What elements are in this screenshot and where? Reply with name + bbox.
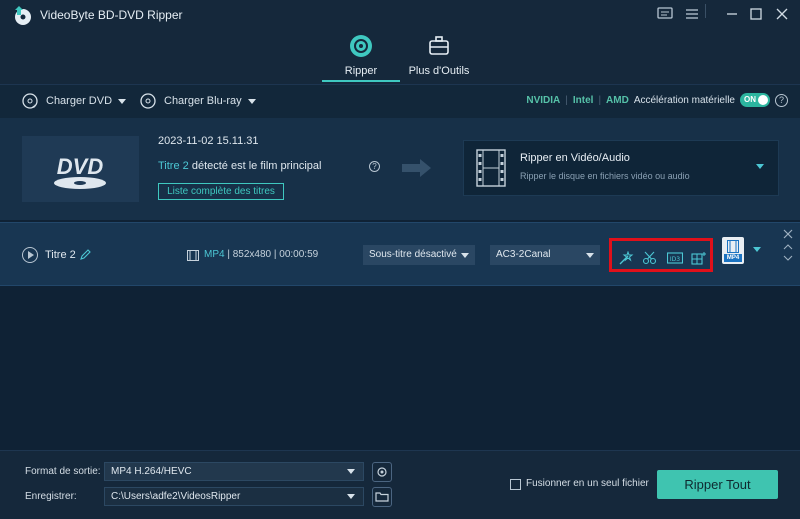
separator: | (598, 94, 602, 106)
tab-ripper-label: Ripper (344, 65, 378, 77)
format-settings-button[interactable] (372, 462, 392, 482)
divider (705, 4, 706, 18)
close-icon[interactable] (772, 6, 792, 22)
feedback-icon[interactable] (655, 6, 675, 22)
arrow-right-icon (402, 159, 431, 177)
active-tab-indicator (322, 80, 400, 82)
dvd-thumbnail: DVD (22, 136, 139, 202)
full-title-list-button[interactable]: Liste complète des titres (158, 183, 284, 200)
compress-icon[interactable] (691, 251, 707, 265)
edit-tools-highlight: ID3 (609, 238, 713, 272)
main-title-info: Titre 2 détecté est le film principal (158, 160, 321, 172)
hardware-acceleration: NVIDIA | Intel | AMD Accélération matéri… (526, 93, 788, 107)
video-meta: MP4 | 852x480 | 00:00:59 (204, 249, 318, 260)
rip-mode-selector[interactable]: Ripper en Vidéo/Audio Ripper le disque e… (463, 140, 779, 196)
accel-label: Accélération matérielle (633, 94, 735, 106)
bluray-disc-icon (140, 93, 156, 109)
chevron-down-icon[interactable] (783, 254, 793, 262)
audio-track-select[interactable]: AC3-2Canal (490, 245, 600, 265)
brand-intel: Intel (572, 94, 594, 106)
chevron-down-icon (347, 494, 355, 499)
id3-tag-icon[interactable]: ID3 (667, 251, 683, 265)
svg-text:ID3: ID3 (670, 256, 680, 263)
dvd-disc-icon: + (22, 93, 38, 109)
toggle-state: ON (744, 95, 756, 104)
app-title: VideoByte BD-DVD Ripper (40, 8, 183, 22)
title-row: Titre 2 MP4 | 852x480 | 00:00:59 Sous-ti… (0, 222, 800, 286)
title-name: Titre 2 (45, 249, 76, 261)
help-icon[interactable]: ? (775, 93, 788, 107)
video-resolution: 852x480 (232, 249, 272, 260)
output-format-icon[interactable]: MP4 (722, 237, 744, 264)
output-format-value: MP4 H.264/HEVC (111, 466, 192, 477)
menu-icon[interactable] (682, 6, 702, 22)
audio-track-value: AC3-2Canal (496, 249, 551, 260)
minimize-icon[interactable] (722, 6, 742, 22)
app-logo-icon (15, 6, 31, 25)
separator: | (273, 249, 277, 260)
merge-label: Fusionner en un seul fichier (526, 478, 649, 489)
subtitle-select[interactable]: Sous-titre désactivé (363, 245, 475, 265)
film-icon (187, 250, 199, 261)
chevron-down-icon (118, 98, 127, 104)
main-title-detected: détecté est le film principal (191, 160, 322, 172)
source-panel: DVD 2023-11-02 15.11.31 Titre 2 détecté … (0, 118, 800, 220)
output-format-select[interactable]: MP4 H.264/HEVC (104, 462, 364, 481)
separator: | (227, 249, 230, 260)
chevron-down-icon (461, 253, 469, 258)
load-dvd-button[interactable]: + Charger DVD (22, 93, 127, 109)
scissors-icon[interactable] (642, 251, 658, 265)
output-format-label: MP4 (724, 254, 742, 262)
video-duration: 00:00:59 (279, 249, 319, 260)
disc-rip-icon (350, 35, 372, 57)
chevron-down-icon (247, 98, 256, 104)
load-dvd-label: Charger DVD (46, 95, 113, 107)
save-path-value: C:\Users\adfe2\VideosRipper (111, 491, 241, 502)
folder-icon (375, 492, 389, 502)
chevron-down-icon (347, 469, 355, 474)
output-format-field-label: Format de sortie: (25, 466, 101, 477)
play-icon[interactable] (22, 247, 38, 263)
tab-more-tools[interactable]: Plus d'Outils (408, 34, 470, 80)
chevron-down-icon[interactable] (753, 247, 761, 252)
rip-all-button[interactable]: Ripper Tout (657, 470, 778, 499)
subtitle-value: Sous-titre désactivé (369, 249, 457, 260)
svg-text:+: + (32, 104, 36, 109)
magic-wand-icon[interactable] (618, 251, 634, 265)
chevron-down-icon (586, 253, 594, 258)
separator: | (565, 94, 568, 106)
tab-more-tools-label: Plus d'Outils (408, 65, 470, 77)
merge-checkbox[interactable] (510, 479, 521, 490)
dvd-logo-text: DVD (57, 154, 104, 179)
main-title-name[interactable]: Titre 2 (158, 160, 189, 172)
info-icon[interactable]: ? (369, 161, 380, 172)
rip-mode-subtitle: Ripper le disque en fichiers vidéo ou au… (520, 171, 690, 181)
toolbox-icon (429, 36, 449, 55)
disc-date: 2023-11-02 15.11.31 (158, 135, 259, 147)
brand-amd: AMD (606, 94, 629, 106)
gear-icon (377, 467, 387, 477)
tab-ripper[interactable]: Ripper (330, 34, 392, 80)
load-bluray-button[interactable]: Charger Blu-ray (140, 93, 256, 109)
save-path-field[interactable]: C:\Users\adfe2\VideosRipper (104, 487, 364, 506)
film-strip-icon (476, 149, 506, 187)
save-to-label: Enregistrer: (25, 491, 77, 502)
open-folder-button[interactable] (372, 487, 392, 507)
remove-icon[interactable] (783, 229, 793, 239)
chevron-up-icon[interactable] (783, 243, 793, 251)
chevron-down-icon (756, 164, 764, 169)
edit-icon[interactable] (79, 249, 91, 261)
load-bluray-label: Charger Blu-ray (164, 95, 242, 107)
brand-nvidia: NVIDIA (526, 94, 561, 106)
accel-toggle[interactable]: ON (740, 93, 770, 107)
rip-mode-title: Ripper en Vidéo/Audio (520, 152, 630, 164)
maximize-icon[interactable] (746, 6, 766, 22)
video-format: MP4 (204, 249, 225, 260)
